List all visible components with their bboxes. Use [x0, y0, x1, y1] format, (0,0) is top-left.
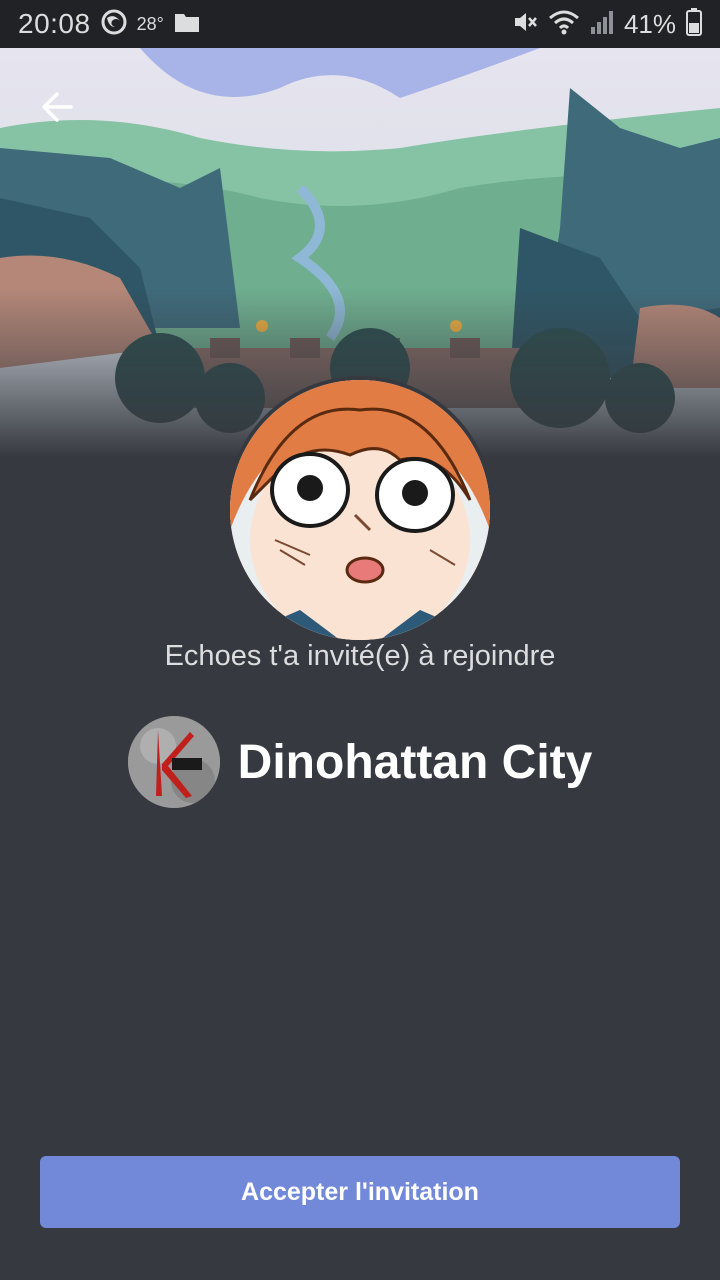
invite-message: Echoes t'a invité(e) à rejoindre [164, 640, 556, 672]
battery-icon [686, 7, 702, 41]
folder-icon [174, 11, 200, 38]
accept-invite-button[interactable]: Accepter l'invitation [40, 1156, 680, 1228]
inviter-avatar [230, 380, 490, 640]
signal-icon [590, 9, 614, 40]
back-button[interactable] [30, 80, 84, 134]
status-bar: 20:08 28° 41% [0, 0, 720, 48]
status-temperature: 28° [136, 13, 164, 34]
firefox-icon [101, 9, 127, 40]
mute-icon [512, 9, 538, 40]
server-name: Dinohattan City [237, 735, 593, 789]
server-info: Dinohattan City [0, 712, 720, 812]
arrow-left-icon [42, 92, 73, 122]
status-time: 20:08 [18, 8, 91, 39]
battery-percentage: 41% [623, 8, 676, 39]
wifi-icon [548, 9, 580, 40]
server-icon [127, 716, 220, 808]
